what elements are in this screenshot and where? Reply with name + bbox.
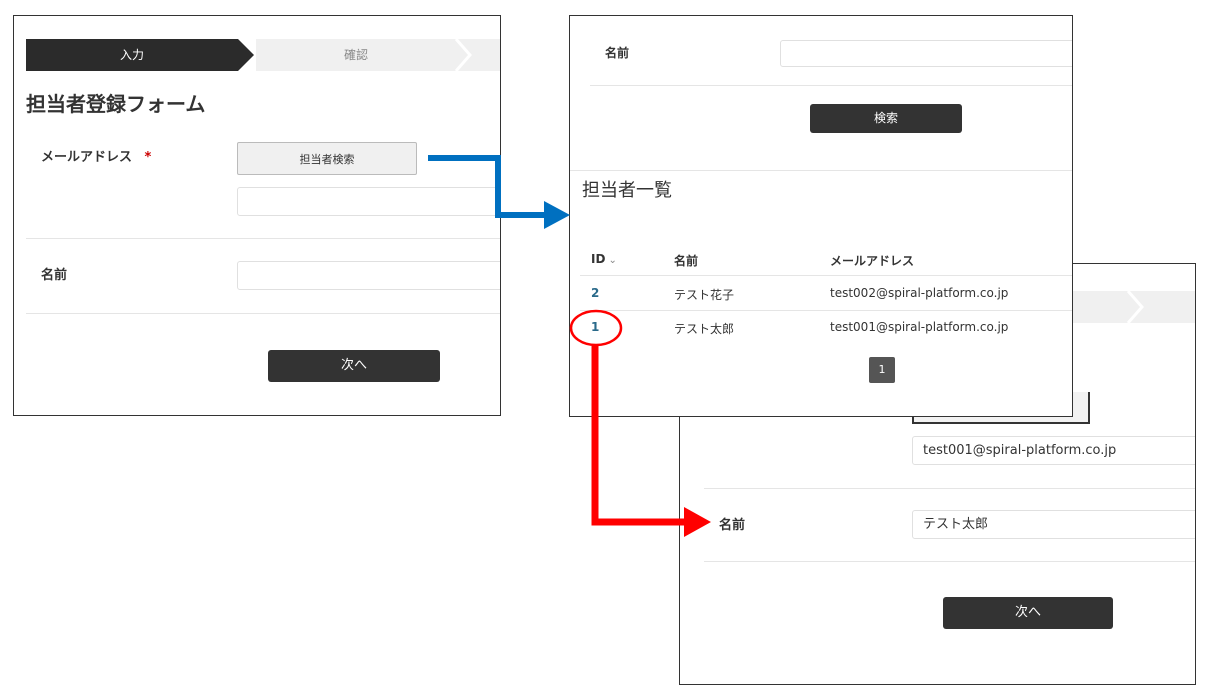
blue-arrow xyxy=(428,155,570,229)
highlight-circle xyxy=(569,309,623,347)
annotation-overlay xyxy=(428,155,711,537)
red-arrow xyxy=(591,346,711,537)
